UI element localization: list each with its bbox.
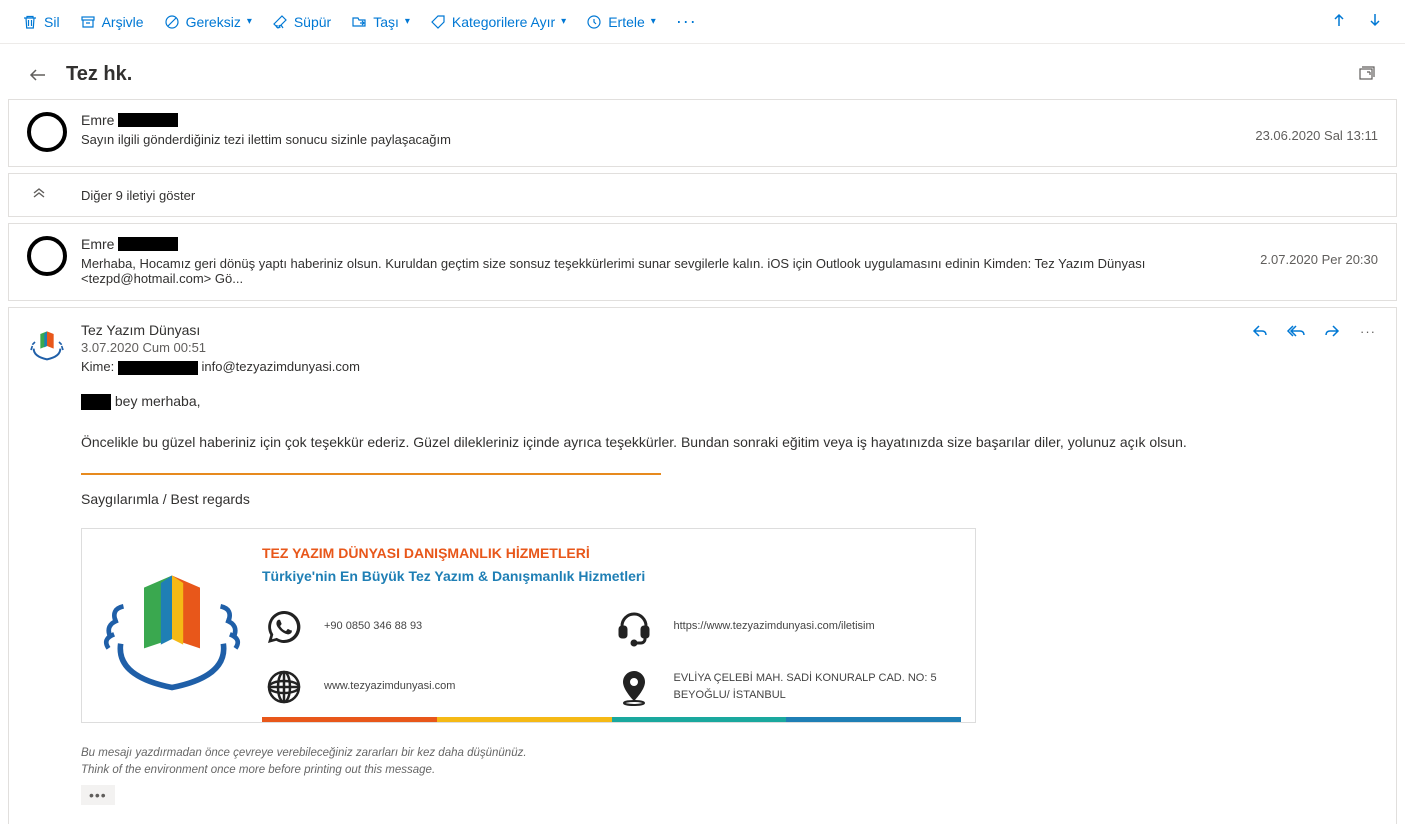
snooze-label: Ertele [608,14,645,30]
expand-label: Diğer 9 iletiyi göster [81,188,195,203]
archive-label: Arşivle [102,14,144,30]
sweep-icon [272,14,288,30]
arrow-up-icon [1331,12,1347,31]
open-separate-button[interactable] [1353,60,1379,89]
expand-thread-button[interactable]: Diğer 9 iletiyi göster [8,173,1397,217]
message-date: 3.07.2020 Cum 00:51 [81,340,1250,355]
archive-button[interactable]: Arşivle [70,6,154,38]
message-toolbar: Sil Arşivle Gereksiz ▾ Süpür Taşı ▾ Kate… [0,0,1405,44]
chevron-down-icon: ▾ [561,16,566,27]
email-subject: Tez hk. [66,63,132,86]
signature-url: https://www.tezyazimdunyasi.com/iletisim [674,618,875,635]
move-button[interactable]: Taşı ▾ [341,6,420,38]
message-preview: Merhaba, Hocamız geri dönüş yaptı haberi… [81,256,1244,286]
delete-button[interactable]: Sil [12,6,70,38]
message-detail: Tez Yazım Dünyası 3.07.2020 Cum 00:51 Ki… [8,307,1397,824]
headset-icon [612,605,656,649]
environment-note: Bu mesajı yazdırmadan önce çevreye vereb… [81,745,1378,780]
more-actions-button[interactable]: ··· [666,11,707,32]
forward-button[interactable] [1322,322,1342,340]
double-chevron-up-icon [27,186,51,204]
redacted-text [118,113,178,127]
reply-button[interactable] [1250,322,1270,340]
subject-row: Tez hk. [8,44,1397,99]
sender-logo [27,322,67,362]
sender-name: Emre [81,236,1244,252]
back-button[interactable] [26,63,50,87]
move-label: Taşı [373,14,399,30]
location-pin-icon [612,665,656,709]
message-pane[interactable]: Tez hk. Emre Sayın ilgili gönderdiğiniz … [0,44,1405,824]
categorize-label: Kategorilere Ayır [452,14,555,30]
signature-phone: +90 0850 346 88 93 [324,618,422,635]
signature-address: EVLİYA ÇELEBİ MAH. SADİ KONURALP CAD. NO… [674,670,962,703]
arrow-down-icon [1367,12,1383,31]
body-paragraph: Öncelikle bu güzel haberiniz için çok te… [81,432,1378,453]
snooze-button[interactable]: Ertele ▾ [576,6,666,38]
globe-icon [262,665,306,709]
chevron-down-icon: ▾ [405,16,410,27]
redacted-text [81,394,111,410]
signature-divider [81,473,661,475]
signature-color-bar [262,717,961,722]
delete-label: Sil [44,14,60,30]
sender-name: Tez Yazım Dünyası [81,322,1250,338]
message-item[interactable]: Emre Merhaba, Hocamız geri dönüş yaptı h… [8,223,1397,301]
sender-name: Emre [81,112,1239,128]
next-message-button[interactable] [1357,6,1393,38]
to-email: info@tezyazimdunyasi.com [201,359,359,374]
reply-all-button[interactable] [1286,322,1306,340]
trash-icon [22,14,38,30]
redacted-text [118,237,178,251]
archive-icon [80,14,96,30]
message-actions: ··· [1250,322,1378,340]
to-label: Kime: [81,359,114,374]
env-note-en: Think of the environment once more befor… [81,762,1378,779]
block-icon [164,14,180,30]
junk-button[interactable]: Gereksiz ▾ [154,6,262,38]
signature-web: www.tezyazimdunyasi.com [324,678,455,695]
greeting-text: bey merhaba, [111,393,201,409]
sender-prefix: Emre [81,236,114,252]
message-item[interactable]: Emre Sayın ilgili gönderdiğiniz tezi ile… [8,99,1397,167]
categorize-button[interactable]: Kategorilere Ayır ▾ [420,6,576,38]
chevron-down-icon: ▾ [247,16,252,27]
sweep-label: Süpür [294,14,331,30]
regards-line: Saygılarımla / Best regards [81,489,1378,510]
signature-title: TEZ YAZIM DÜNYASI DANIŞMANLIK HİZMETLERİ [262,543,961,564]
whatsapp-icon [262,605,306,649]
greeting-line: bey merhaba, [81,391,1378,412]
tag-icon [430,14,446,30]
message-date: 23.06.2020 Sal 13:11 [1255,112,1378,143]
avatar [27,112,67,152]
junk-label: Gereksiz [186,14,241,30]
env-note-tr: Bu mesajı yazdırmadan önce çevreye vereb… [81,745,1378,762]
expand-quoted-button[interactable]: ••• [81,785,115,805]
chevron-down-icon: ▾ [651,16,656,27]
signature-block: TEZ YAZIM DÜNYASI DANIŞMANLIK HİZMETLERİ… [81,528,976,723]
sweep-button[interactable]: Süpür [262,6,341,38]
move-icon [351,14,367,30]
message-date: 2.07.2020 Per 20:30 [1260,236,1378,267]
message-body: bey merhaba, Öncelikle bu güzel haberini… [27,375,1378,807]
signature-logo [82,529,262,722]
message-preview: Sayın ilgili gönderdiğiniz tezi ilettim … [81,132,1239,147]
more-button[interactable]: ··· [1358,324,1378,339]
avatar [27,236,67,276]
redacted-text [118,361,198,375]
clock-icon [586,14,602,30]
signature-subtitle: Türkiye'nin En Büyük Tez Yazım & Danışma… [262,566,961,587]
prev-message-button[interactable] [1321,6,1357,38]
sender-prefix: Emre [81,112,114,128]
recipient-line: Kime: info@tezyazimdunyasi.com [81,359,1250,375]
